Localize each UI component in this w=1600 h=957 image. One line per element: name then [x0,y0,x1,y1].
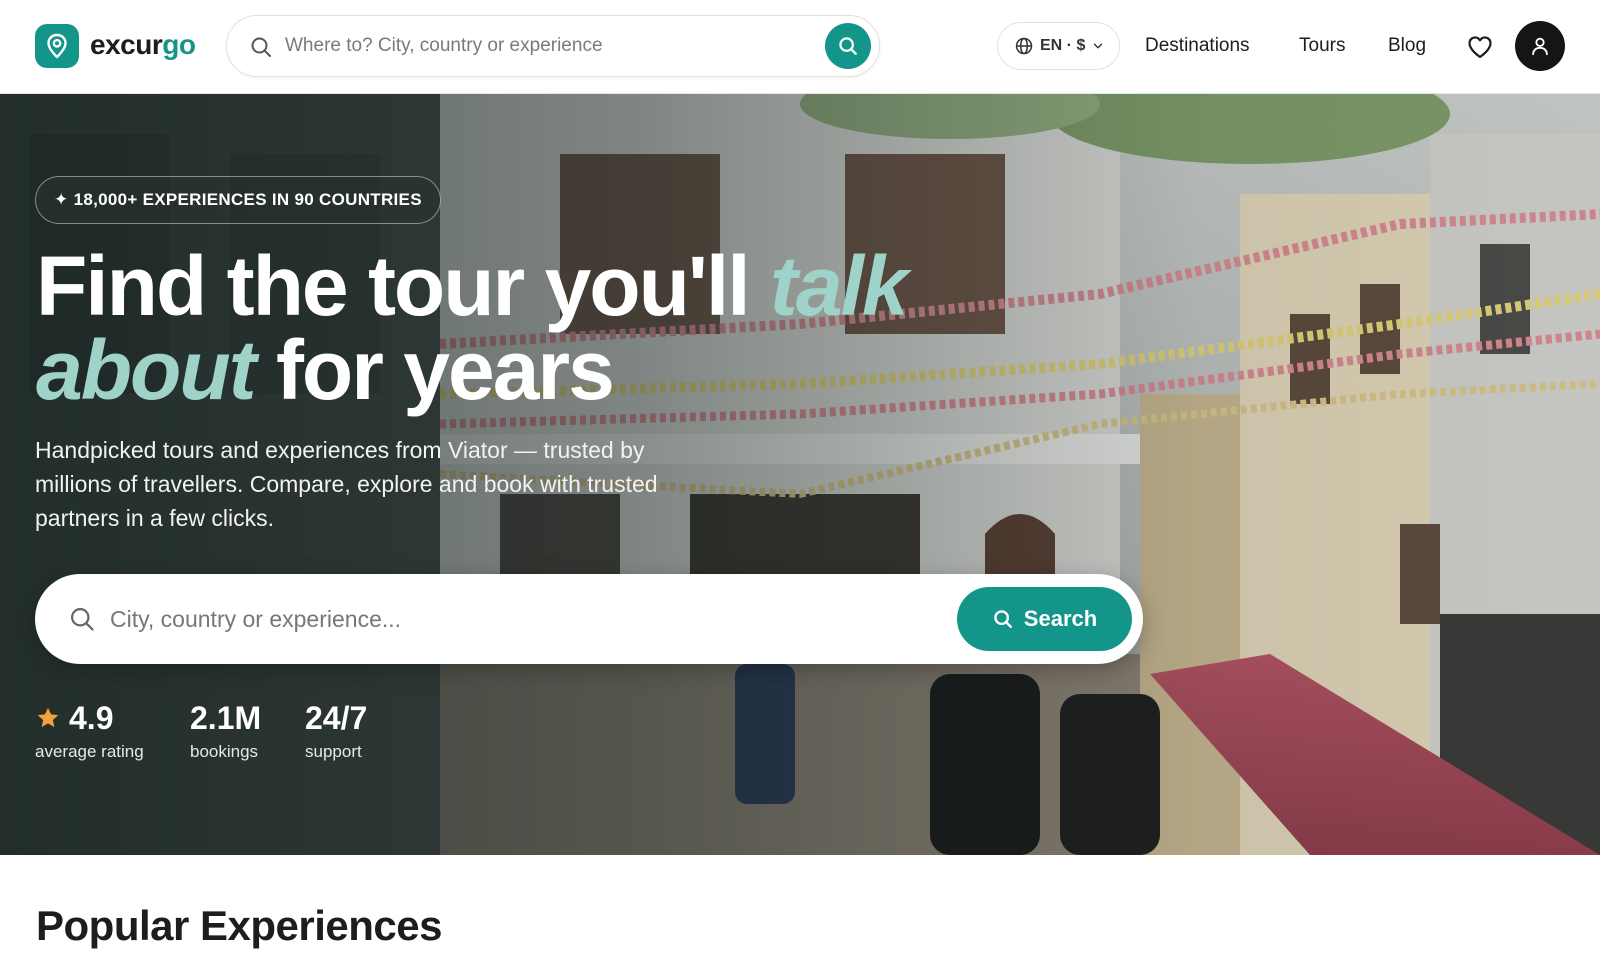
stat-bookings-value: 2.1M [190,700,262,736]
locale-label: EN · $ [1040,37,1086,54]
search-icon [839,37,857,55]
hero-title-part2: for years [254,323,615,417]
stat-support-label: support [305,742,362,761]
wishlist-button[interactable] [1466,33,1494,61]
nav-link-blog[interactable]: Blog [1388,33,1426,59]
account-button[interactable] [1515,21,1565,71]
hero-title-highlight-1: talk [769,239,909,333]
header-search-button[interactable] [825,23,871,69]
hero-search-button[interactable]: Search [957,587,1132,651]
hero-search-bar: Search [35,574,1143,664]
search-icon [993,610,1012,628]
hero-badge-text: ✦ 18,000+ EXPERIENCES IN 90 COUNTRIES [54,190,422,209]
logo-badge[interactable] [35,24,79,68]
hero-subtitle: Handpicked tours and experiences from Vi… [35,437,658,531]
hero-search-button-label: Search [1023,606,1098,631]
stat-rating: 4.9 average rating [35,698,144,764]
map-pin-icon [47,33,67,59]
globe-icon [1015,37,1033,55]
stat-bookings: 2.1M bookings [190,698,261,764]
stat-rating-value: 4.9 [69,700,114,736]
heart-icon [1468,36,1492,59]
stat-support: 24/7 support [305,698,367,764]
popular-experiences-title: Popular Experiences [36,902,443,949]
user-icon [1532,37,1548,56]
hero-title-highlight-2: about [36,323,257,417]
stat-bookings-label: bookings [190,742,259,761]
hero-badge: ✦ 18,000+ EXPERIENCES IN 90 COUNTRIES [35,176,441,224]
hero-title-part1: Find the tour you'll [36,239,770,333]
logo-text-main: excur [90,29,163,60]
locale-selector[interactable]: EN · $ [997,22,1120,70]
hero-search-input[interactable] [110,601,930,637]
star-icon [37,707,59,728]
hero-title: Find the tour you'll talk about for years [36,244,1036,412]
nav-link-destinations[interactable]: Destinations [1145,33,1250,59]
header-search-input[interactable] [285,30,805,62]
nav-link-tours[interactable]: Tours [1299,33,1345,59]
logo-wordmark[interactable]: excurgo [90,27,196,63]
hero-section: ✦ 18,000+ EXPERIENCES IN 90 COUNTRIES Fi… [0,94,1600,855]
chevron-down-icon [1094,43,1103,49]
search-icon [70,607,94,631]
logo-text-accent: go [162,29,196,60]
site-header: excurgo EN · $ Destinations Tours Blog [0,0,1600,94]
search-icon [251,37,271,57]
stat-rating-label: average rating [35,742,144,761]
stat-support-value: 24/7 [305,700,368,736]
header-search-bar [226,15,880,77]
